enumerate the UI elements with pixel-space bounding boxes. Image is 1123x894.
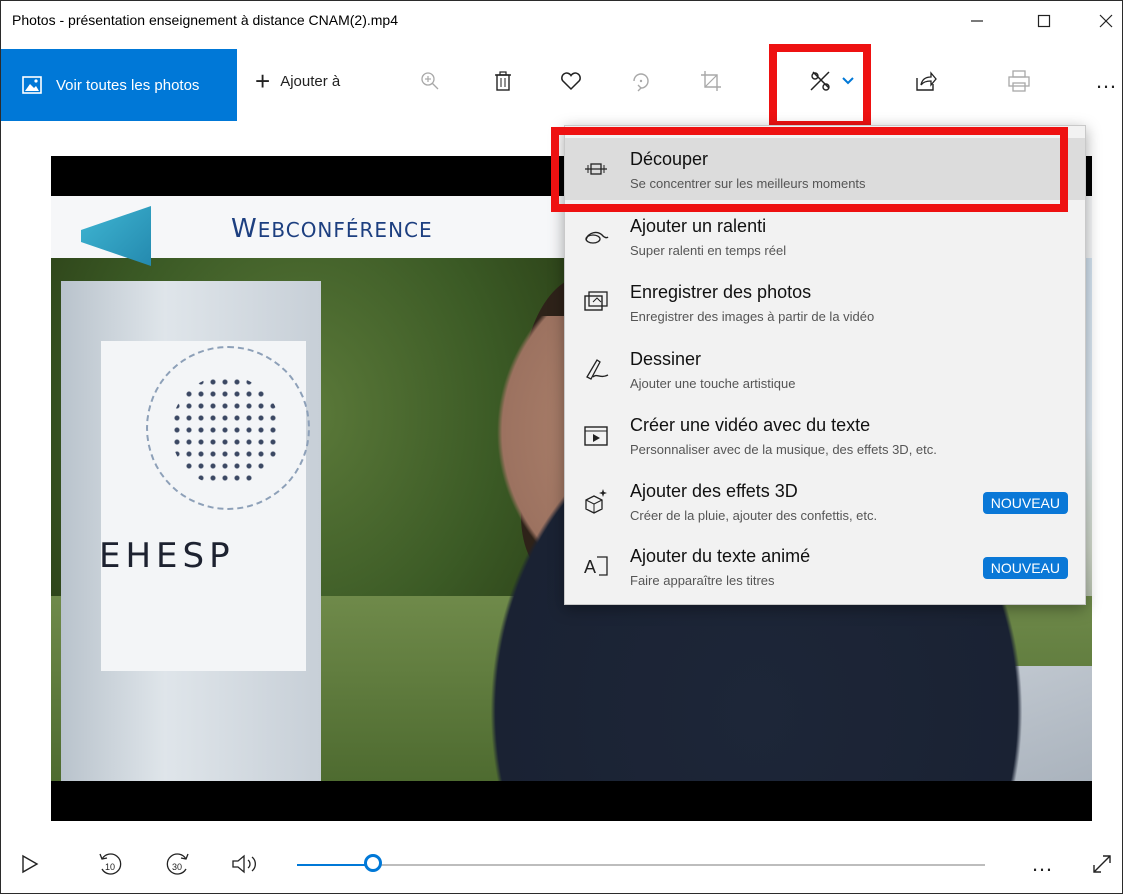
- menu-item-title: Dessiner: [630, 349, 702, 369]
- menu-item-title: Ajouter du texte animé: [630, 546, 811, 566]
- seek-bar-progress: [297, 864, 373, 866]
- close-button[interactable]: [1083, 1, 1122, 41]
- add-to-label: Ajouter à: [280, 72, 341, 90]
- fullscreen-icon: [1093, 855, 1111, 873]
- menu-item-title: Créer une vidéo avec du texte: [630, 415, 871, 435]
- banner-title: WEBCONFÉRENCE: [231, 214, 433, 244]
- new-badge: NOUVEAU: [982, 557, 1068, 579]
- video-text-icon: [583, 422, 609, 448]
- seek-bar[interactable]: [297, 854, 985, 872]
- more-options-button[interactable]: …: [1091, 61, 1121, 101]
- menu-item-draw[interactable]: Dessiner Ajouter une touche artistique: [565, 338, 1085, 400]
- menu-item-title: Ajouter des effets 3D: [630, 481, 798, 501]
- crop-button[interactable]: [696, 61, 726, 101]
- sign-text: EHESP: [99, 536, 235, 576]
- menu-item-subtitle: Créer de la pluie, ajouter des confettis…: [630, 508, 878, 523]
- menu-item-subtitle: Personnaliser avec de la musique, des ef…: [630, 442, 937, 457]
- menu-item-animated-text[interactable]: A Ajouter du texte animé Faire apparaîtr…: [565, 535, 1085, 597]
- volume-icon: [232, 854, 256, 874]
- photos-icon: [22, 76, 42, 94]
- title-bar: Photos - présentation enseignement à dis…: [1, 1, 1122, 41]
- share-button[interactable]: [911, 61, 941, 101]
- zoom-in-button[interactable]: [415, 61, 445, 101]
- maximize-icon: [1037, 14, 1051, 28]
- delete-button[interactable]: [488, 61, 518, 101]
- rewind-label: 10: [105, 862, 115, 872]
- delete-icon: [495, 71, 511, 91]
- view-all-photos-label: Voir toutes les photos: [56, 76, 200, 94]
- photos-window: Photos - présentation enseignement à dis…: [0, 0, 1123, 894]
- rewind-10-icon: 10: [99, 853, 122, 875]
- heart-icon: [561, 72, 581, 91]
- save-photos-icon: [583, 289, 609, 315]
- menu-item-title: Ajouter un ralenti: [630, 216, 767, 236]
- rotate-button[interactable]: [626, 61, 656, 101]
- rewind-10-button[interactable]: 10: [93, 844, 129, 884]
- menu-item-video-text[interactable]: Créer une vidéo avec du texte Personnali…: [565, 404, 1085, 466]
- sign-logo-dots: [171, 376, 281, 486]
- menu-item-title: Enregistrer des photos: [630, 282, 812, 302]
- zoom-in-icon: [421, 72, 439, 90]
- play-icon: [22, 854, 39, 874]
- menu-item-save-photos[interactable]: Enregistrer des photos Enregistrer des i…: [565, 271, 1085, 333]
- effects-3d-icon: [583, 488, 609, 514]
- add-to-button[interactable]: + Ajouter à: [255, 61, 340, 101]
- player-controls: 10 30 …: [1, 834, 1122, 893]
- maximize-button[interactable]: [1021, 1, 1067, 41]
- highlight-edit-create: [769, 44, 871, 129]
- menu-item-subtitle: Enregistrer des images à partir de la vi…: [630, 309, 875, 324]
- new-badge: NOUVEAU: [982, 492, 1068, 514]
- print-icon: [1008, 70, 1030, 92]
- toolbar: Voir toutes les photos + Ajouter à …: [1, 41, 1122, 122]
- minimize-icon: [971, 20, 983, 22]
- slow-motion-icon: [583, 223, 609, 249]
- menu-item-subtitle: Ajouter une touche artistique: [630, 376, 796, 391]
- megaphone-icon: [81, 206, 151, 266]
- menu-item-subtitle: Super ralenti en temps réel: [630, 243, 787, 258]
- volume-button[interactable]: [228, 844, 264, 884]
- view-all-photos-button[interactable]: Voir toutes les photos: [1, 49, 237, 121]
- print-button[interactable]: [1004, 61, 1034, 101]
- window-title: Photos - présentation enseignement à dis…: [12, 12, 398, 28]
- menu-item-3d-effects[interactable]: Ajouter des effets 3D Créer de la pluie,…: [565, 470, 1085, 532]
- close-icon: [1099, 14, 1113, 28]
- crop-icon: [701, 71, 721, 91]
- draw-icon: [583, 356, 609, 382]
- forward-30-icon: 30: [166, 853, 189, 875]
- menu-item-slow-motion[interactable]: Ajouter un ralenti Super ralenti en temp…: [565, 205, 1085, 267]
- rotate-icon: [633, 73, 649, 92]
- fullscreen-button[interactable]: [1087, 844, 1117, 884]
- highlight-trim: [551, 127, 1068, 212]
- forward-30-button[interactable]: 30: [159, 844, 195, 884]
- share-icon: [916, 71, 937, 91]
- favorite-button[interactable]: [556, 61, 586, 101]
- svg-text:A: A: [584, 557, 596, 577]
- plus-icon: +: [255, 66, 271, 96]
- play-button[interactable]: [15, 844, 45, 884]
- minimize-button[interactable]: [954, 1, 1000, 41]
- forward-label: 30: [172, 862, 182, 872]
- menu-item-subtitle: Faire apparaître les titres: [630, 573, 775, 588]
- animated-text-icon: A: [583, 553, 609, 579]
- more-icon: …: [1095, 68, 1117, 93]
- player-more-button[interactable]: …: [1027, 844, 1057, 884]
- seek-bar-thumb[interactable]: [363, 854, 382, 872]
- more-icon: …: [1031, 851, 1053, 876]
